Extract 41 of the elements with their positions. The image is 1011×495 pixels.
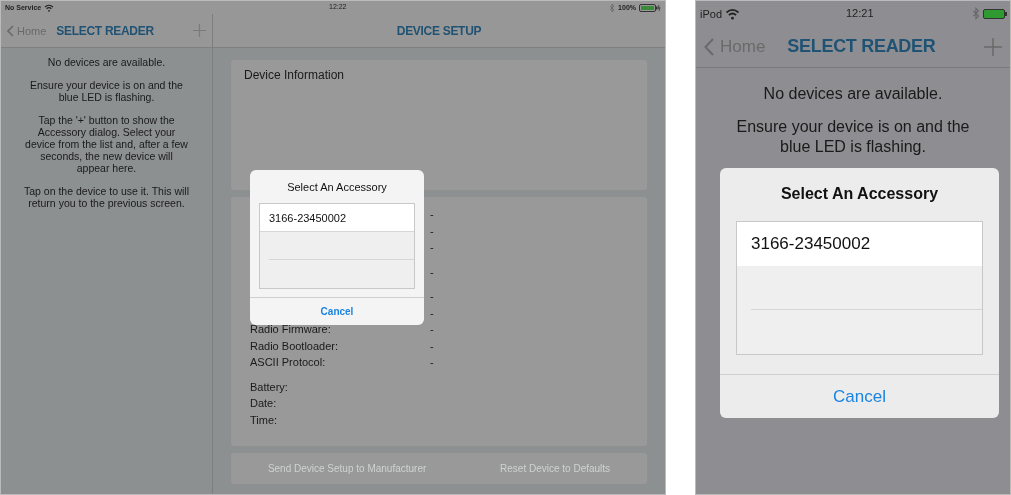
battery-icon [639,3,661,12]
wifi-icon [725,7,741,20]
cancel-button[interactable]: Cancel [720,374,999,418]
dialog-title: Select An Accessory [286,180,388,195]
bluetooth-icon [972,7,980,20]
chevron-left-icon [704,37,714,56]
message-text: Ensure your device is on and the blue LED is flashing. [29,79,184,103]
field-label: Battery: [250,380,289,393]
field-value: - [430,265,434,278]
battery-icon [983,8,1007,19]
field-value: - [430,356,434,369]
field-value: - [430,290,434,303]
field-value: - [430,339,434,352]
accessory-item[interactable]: 3166-23450002 [260,204,414,232]
clock-text: 12:21 [846,7,874,19]
field-label: ASCII Protocol: [250,356,327,369]
carrier-text: iPod [700,7,723,20]
message-text: No devices are available. [46,56,167,68]
message-text: Ensure your device is on and the blue LED is flashing. [735,117,971,157]
field-label: Date: [250,397,278,410]
wifi-icon [44,3,55,12]
nav-title: SELECT READER [787,36,937,57]
field-label: Radio Firmware: [250,323,332,336]
field-label: Radio Bootloader: [250,339,340,352]
chevron-left-icon [7,24,14,37]
dialog-title: Select An Accessory [779,184,940,204]
field-value: - [430,224,434,237]
card-title: Device Information [244,68,346,82]
nav-title: SELECT READER [56,23,155,38]
nav-title: DEVICE SETUP [396,23,482,38]
field-label: Time: [250,413,279,426]
bluetooth-icon [609,2,616,13]
message-text: Tap the '+' button to show the Accessory dialog. Select your device from the list and, after a few seconds, the new device will appear here. [24,114,189,174]
accessory-item[interactable]: 3166-23450002 [737,222,982,266]
message-text: No devices are available. [762,84,944,104]
message-text: Tap on the device to use it. This will return you to the previous screen. [23,185,190,209]
cancel-button[interactable]: Cancel [250,297,424,325]
field-value: - [430,208,434,221]
field-value: - [430,241,434,254]
field-value: - [430,306,434,319]
field-value: - [430,323,434,336]
